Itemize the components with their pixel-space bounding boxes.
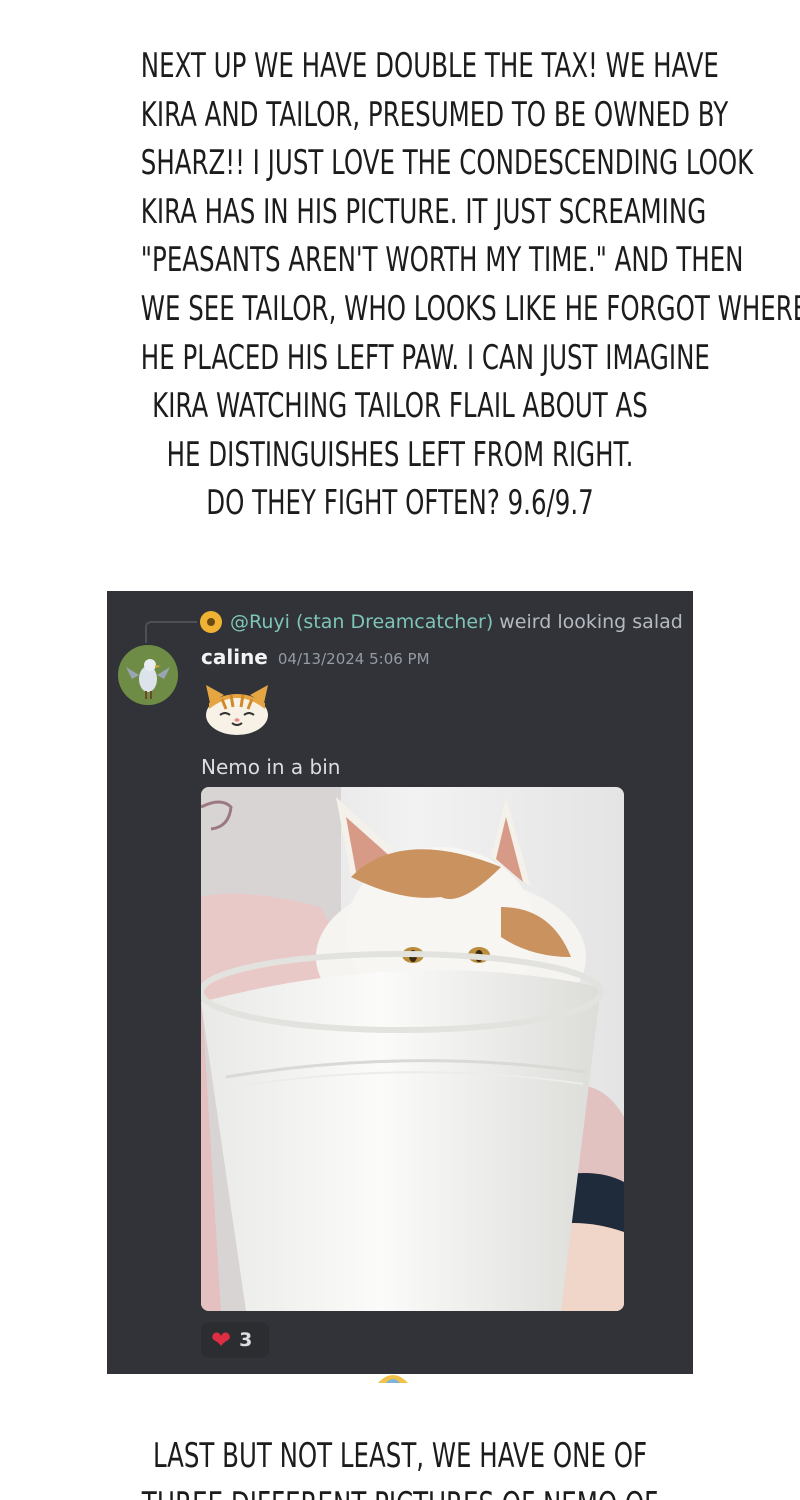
heart-icon: ❤ [211,1326,232,1354]
partial-emoji-icon [376,1368,410,1383]
caption-line: HE DISTINGUISHES LEFT FROM RIGHT. [166,434,634,475]
caption-bottom: LAST BUT NOT LEAST, WE HAVE ONE OF THREE… [141,1432,659,1500]
message-header: caline 04/13/2024 5:06 PM [201,645,430,669]
reply-connector-line [145,621,197,643]
reply-mention[interactable]: @Ruyi (stan Dreamcatcher) [230,611,493,633]
cat-in-bin-photo[interactable] [201,787,624,1311]
caption-line: KIRA HAS IN HIS PICTURE. IT JUST SCREAMI… [140,191,707,232]
message-text: Nemo in a bin [201,755,341,779]
partial-emoji-shape [378,1375,408,1383]
reaction-heart[interactable]: ❤ 3 [201,1322,269,1358]
avatar[interactable] [118,645,178,705]
caption-line: THREE DIFFERENT PICTURES OF NEMO OF [141,1481,659,1500]
reply-avatar-icon [200,611,222,633]
caption-line: WE SEE TAILOR, WHO LOOKS LIKE HE FORGOT … [140,288,800,329]
caption-line: "PEASANTS AREN'T WORTH MY TIME." AND THE… [140,240,744,281]
caption-line: SHARZ!! I JUST LOVE THE CONDESCENDING LO… [140,143,754,184]
reaction-count: 3 [239,1329,253,1351]
photo-illustration [201,787,624,1311]
caption-line: NEXT UP WE HAVE DOUBLE THE TAX! WE HAVE [140,46,719,86]
caption-line: KIRA AND TAILOR, PRESUMED TO BE OWNED BY [140,94,729,135]
username[interactable]: caline [201,645,268,669]
caption-top: NEXT UP WE HAVE DOUBLE THE TAX! WE HAVE … [140,42,800,528]
reply-preview[interactable]: @Ruyi (stan Dreamcatcher) weird looking … [200,609,683,635]
avatar-bird-icon [118,645,178,705]
cat-face-sticker-icon [206,685,268,735]
caption-line: DO THEY FIGHT OFTEN? 9.6/9.7 [206,483,594,524]
caption-line: HE PLACED HIS LEFT PAW. I CAN JUST IMAGI… [140,337,710,378]
reply-text: weird looking salad [499,611,683,633]
cat-emoji-icon[interactable] [200,683,274,735]
caption-line: KIRA WATCHING TAILOR FLAIL ABOUT AS [152,386,648,427]
caption-line: LAST BUT NOT LEAST, WE HAVE ONE OF [152,1436,648,1476]
timestamp: 04/13/2024 5:06 PM [277,650,430,668]
